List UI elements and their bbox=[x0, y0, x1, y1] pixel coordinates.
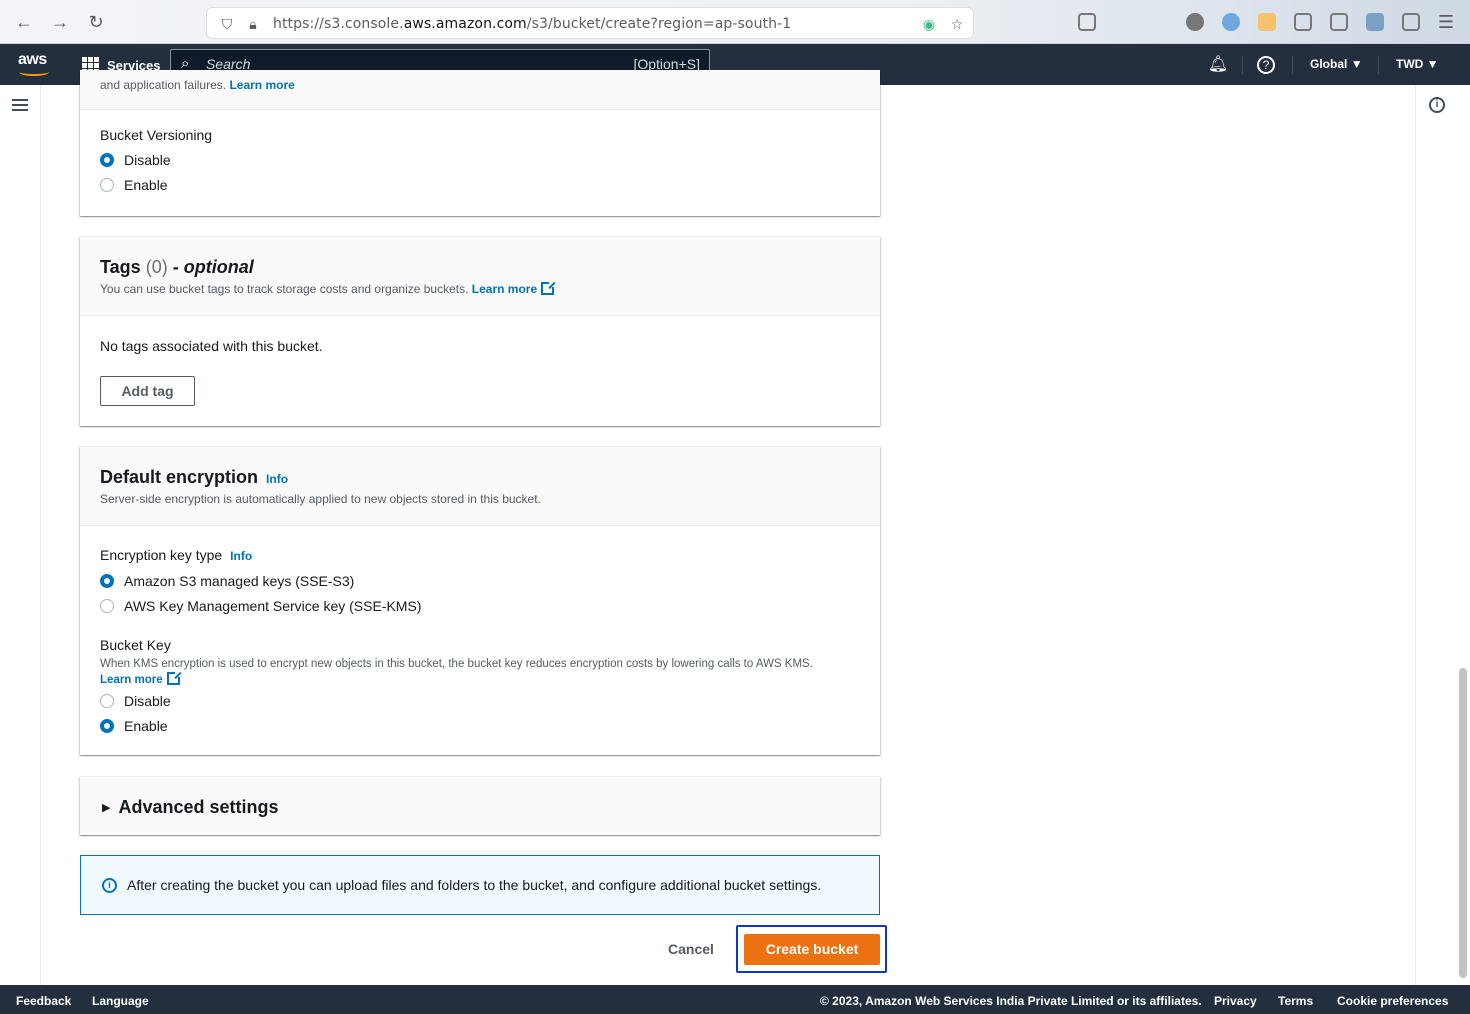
lock-icon[interactable]: 🔒︎ bbox=[243, 14, 263, 34]
versioning-learn-more-link[interactable]: Learn more bbox=[229, 78, 294, 92]
encryption-description: Server-side encryption is automatically … bbox=[100, 492, 541, 506]
tags-empty-text: No tags associated with this bucket. bbox=[100, 338, 323, 354]
bucket-key-label: Bucket Key bbox=[100, 637, 171, 653]
bookmark-star-icon[interactable]: ☆ bbox=[947, 14, 967, 34]
hamburger-menu-icon[interactable] bbox=[12, 99, 28, 111]
bucket-versioning-card: and application failures. Learn more Buc… bbox=[80, 70, 880, 216]
radio-unselected-icon bbox=[100, 693, 114, 708]
add-tag-button[interactable]: Add tag bbox=[100, 376, 195, 406]
pocket-icon[interactable] bbox=[1078, 13, 1096, 31]
create-bucket-button[interactable]: Create bucket bbox=[744, 934, 880, 965]
extension-globe-icon[interactable] bbox=[1222, 13, 1240, 31]
caret-down-icon: ▼ bbox=[1350, 57, 1363, 71]
versioning-enable-radio[interactable]: Enable bbox=[100, 172, 171, 197]
app-menu-icon[interactable]: ☰ bbox=[1434, 10, 1458, 34]
radio-selected-icon bbox=[100, 152, 114, 167]
encryption-info-link[interactable]: Info bbox=[266, 472, 288, 486]
external-link-icon bbox=[166, 671, 181, 685]
sse-s3-radio[interactable]: Amazon S3 managed keys (SSE-S3) bbox=[100, 568, 421, 593]
aws-logo[interactable]: aws bbox=[18, 50, 50, 78]
shield-icon[interactable]: ⛉ bbox=[217, 14, 237, 34]
privacy-link[interactable]: Privacy bbox=[1214, 994, 1257, 1008]
account-menu[interactable]: TWD ▼ bbox=[1396, 57, 1439, 71]
tags-title: Tags (0) - optional bbox=[100, 257, 254, 277]
extension-pen-icon[interactable] bbox=[1330, 13, 1348, 31]
notifications-bell-icon[interactable]: 🔔︎ bbox=[1207, 54, 1229, 76]
bucket-key-description: When KMS encryption is used to encrypt n… bbox=[100, 658, 813, 686]
radio-selected-icon bbox=[100, 718, 114, 733]
bucket-key-learn-more-link[interactable]: Learn more bbox=[100, 671, 181, 686]
encryption-title: Default encryption Info bbox=[100, 467, 289, 487]
versioning-disable-radio[interactable]: Disable bbox=[100, 147, 171, 172]
info-alert-text: After creating the bucket you can upload… bbox=[127, 877, 822, 893]
terms-link[interactable]: Terms bbox=[1278, 994, 1313, 1008]
url-text[interactable]: https://s3.console.aws.amazon.com/s3/buc… bbox=[273, 16, 791, 32]
back-arrow-icon[interactable]: ← bbox=[12, 10, 36, 34]
tags-learn-more-link[interactable]: Learn more bbox=[472, 281, 556, 296]
tags-description: You can use bucket tags to track storage… bbox=[100, 281, 860, 296]
reader-icon[interactable] bbox=[1294, 13, 1312, 31]
feedback-link[interactable]: Feedback bbox=[16, 994, 71, 1008]
external-link-icon bbox=[541, 281, 556, 295]
extension-badge-icon[interactable]: ◉ bbox=[919, 14, 939, 34]
default-encryption-card: Default encryption Info Server-side encry… bbox=[80, 446, 880, 755]
copyright-text: © 2023, Amazon Web Services India Privat… bbox=[820, 994, 1202, 1008]
key-type-info-link[interactable]: Info bbox=[230, 549, 252, 563]
help-icon[interactable]: ? bbox=[1257, 56, 1275, 74]
tools-rail: i bbox=[1415, 85, 1457, 985]
sse-kms-radio[interactable]: AWS Key Management Service key (SSE-KMS) bbox=[100, 593, 421, 618]
radio-selected-icon bbox=[100, 573, 114, 588]
profile-badge-icon[interactable] bbox=[1186, 13, 1204, 31]
caret-down-icon: ▼ bbox=[1426, 57, 1439, 71]
address-bar[interactable]: ⛉ 🔒︎ https://s3.console.aws.amazon.com/s… bbox=[206, 7, 974, 39]
region-menu[interactable]: Global ▼ bbox=[1310, 57, 1363, 71]
cancel-button[interactable]: Cancel bbox=[668, 941, 714, 957]
bucket-key-disable-radio[interactable]: Disable bbox=[100, 688, 171, 713]
scrollbar-thumb[interactable] bbox=[1459, 668, 1467, 978]
info-icon: i bbox=[102, 878, 117, 893]
bucket-key-enable-radio[interactable]: Enable bbox=[100, 713, 171, 738]
cookie-preferences-link[interactable]: Cookie preferences bbox=[1337, 994, 1448, 1008]
extension-notes-icon[interactable] bbox=[1258, 13, 1276, 31]
reload-icon[interactable]: ↻ bbox=[84, 10, 108, 34]
forward-arrow-icon[interactable]: → bbox=[48, 10, 72, 34]
language-link[interactable]: Language bbox=[92, 994, 149, 1008]
tags-card: Tags (0) - optional You can use bucket t… bbox=[80, 236, 880, 426]
info-alert: i After creating the bucket you can uplo… bbox=[80, 855, 880, 915]
radio-unselected-icon bbox=[100, 177, 114, 192]
bucket-versioning-label: Bucket Versioning bbox=[100, 127, 213, 143]
extensions-puzzle-icon[interactable] bbox=[1402, 13, 1420, 31]
advanced-settings-expander[interactable]: ▶ Advanced settings bbox=[80, 776, 880, 835]
browser-toolbar: ← → ↻ ⛉ 🔒︎ https://s3.console.aws.amazon… bbox=[0, 0, 1470, 44]
console-footer: Feedback Language © 2023, Amazon Web Ser… bbox=[0, 985, 1470, 1014]
radio-unselected-icon bbox=[100, 598, 114, 613]
info-panel-icon[interactable]: i bbox=[1429, 97, 1445, 113]
key-type-label: Encryption key type Info bbox=[100, 547, 253, 563]
navigation-rail bbox=[0, 85, 41, 985]
extension-grid-icon[interactable] bbox=[1366, 13, 1384, 31]
caret-right-icon: ▶ bbox=[102, 802, 111, 814]
